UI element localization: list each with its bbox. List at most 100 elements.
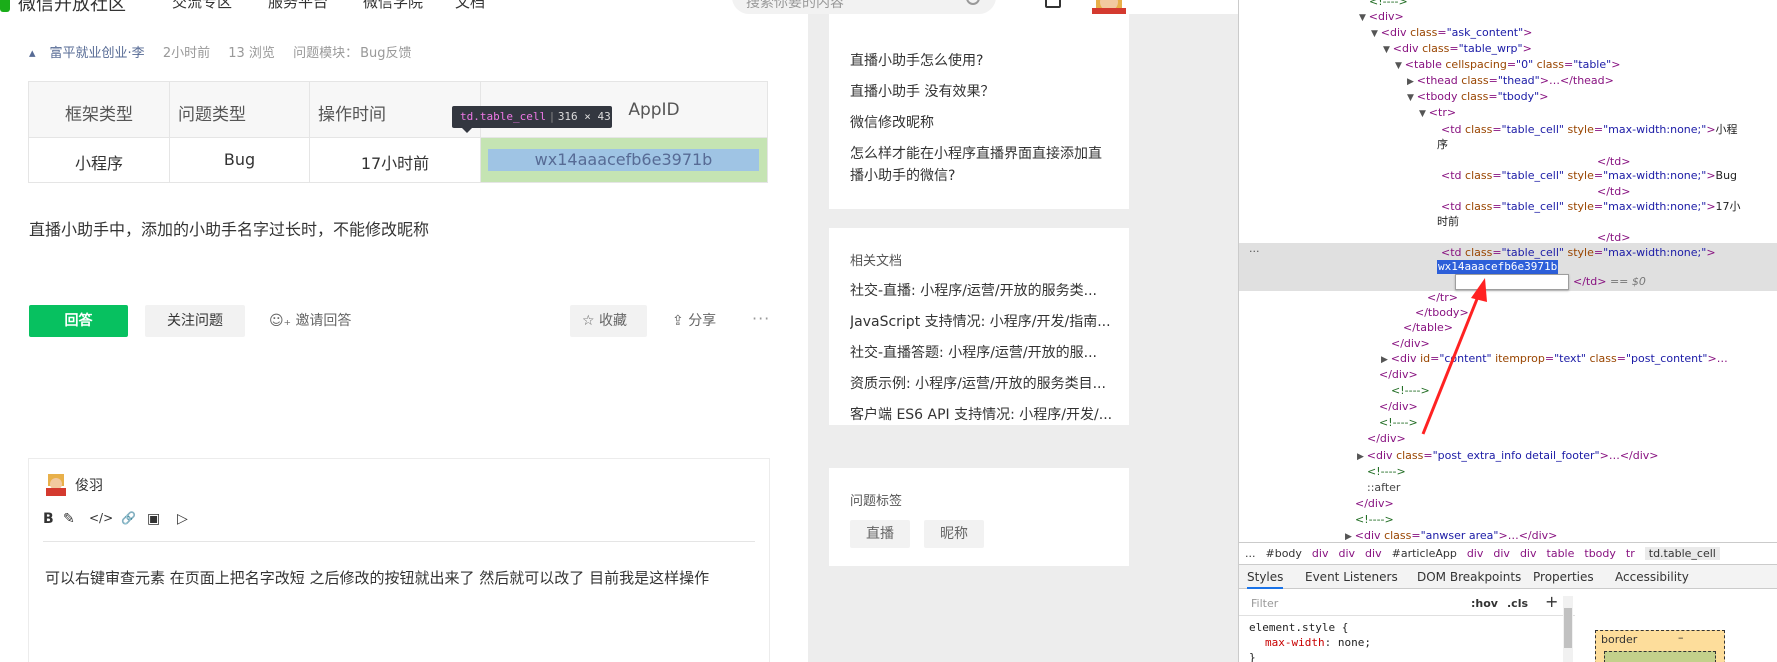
user-avatar[interactable] — [1090, 0, 1128, 14]
tag-live[interactable]: 直播 — [850, 520, 910, 548]
answer-user: 俊羽 — [45, 474, 103, 496]
related-doc-3[interactable]: 社交-直播答题: 小程序/运营/开放的服... — [850, 342, 1112, 362]
link-icon[interactable]: 🔗 — [121, 511, 136, 525]
view-count: 13 浏览 — [228, 46, 275, 61]
logo-icon — [0, 0, 10, 12]
question-meta: ▴ 富平就业创业·李 2小时前 13 浏览 问题模块： Bug反馈 — [29, 42, 426, 61]
add-rule-button[interactable]: + — [1545, 592, 1558, 611]
breadcrumb-item[interactable]: div — [1467, 547, 1484, 560]
cell-appid: wx14aaacefb6e3971b — [488, 149, 759, 171]
nav-item-academy[interactable]: 微信学院 — [363, 0, 423, 12]
related-doc-5[interactable]: 客户端 ES6 API 支持情况: 小程序/开发/... — [850, 404, 1112, 424]
share-icon: ⇪ — [672, 313, 689, 329]
breadcrumb-item[interactable]: div — [1338, 547, 1355, 560]
tooltip-tag: td.table_cell — [460, 110, 547, 123]
breadcrumb-item[interactable]: tr — [1626, 547, 1635, 560]
related-question-4[interactable]: 怎么样才能在小程序直播界面直接添加直播小助手的微信? — [850, 143, 1112, 187]
breadcrumb-item[interactable]: tbody — [1584, 547, 1616, 560]
question-tags-title: 问题标签 — [850, 494, 903, 509]
styles-scrollbar[interactable] — [1563, 596, 1573, 662]
annotation-arrow — [1421, 278, 1487, 435]
nav-item-docs[interactable]: 文档 — [455, 0, 485, 12]
table-header-row: 框架类型 问题类型 操作时间 AppID — [29, 82, 767, 138]
editor-divider — [43, 541, 755, 542]
question-tags-card: 问题标签 直播 昵称 — [829, 468, 1129, 566]
follow-question-button[interactable]: 关注问题 — [145, 305, 245, 337]
question-actions: 回答 关注问题 ☺₊ 邀请回答 ☆ 收藏 ⇪ 分享 ··· — [29, 305, 769, 337]
style-selector: element.style { — [1249, 621, 1349, 634]
pen-icon[interactable]: ✎ — [63, 511, 75, 527]
tab-styles[interactable]: Styles — [1247, 565, 1284, 589]
devtools-panel: <!----> ▼ <div> ▼ <div class="ask_conten… — [1238, 0, 1777, 662]
invite-answer-button[interactable]: ☺₊ 邀请回答 — [269, 305, 351, 337]
answer-user-avatar — [46, 474, 66, 496]
related-question-1[interactable]: 直播小助手怎么使用? — [850, 50, 1112, 72]
breadcrumb-item[interactable]: ... — [1245, 547, 1256, 560]
cell-type: Bug — [170, 138, 310, 182]
scrollbar-thumb[interactable] — [1564, 608, 1572, 648]
related-question-2[interactable]: 直播小助手 没有效果？ — [850, 81, 1112, 103]
tab-event-listeners[interactable]: Event Listeners — [1305, 565, 1398, 589]
header-framework: 框架类型 — [29, 82, 170, 137]
bell-icon[interactable] — [1045, 0, 1061, 8]
inspected-cell-highlight[interactable]: wx14aaacefb6e3971b — [481, 138, 767, 182]
breadcrumb-item-selected[interactable]: td.table_cell — [1644, 547, 1720, 560]
tab-properties[interactable]: Properties — [1533, 565, 1594, 589]
cls-toggle[interactable]: .cls — [1507, 597, 1528, 610]
related-doc-2[interactable]: JavaScript 支持情况: 小程序/开发/指南... — [850, 311, 1112, 331]
inspect-tooltip: td.table_cell | 316 × 43 — [452, 106, 612, 133]
style-declaration[interactable]: max-width: none; — [1249, 635, 1371, 650]
breadcrumb-item[interactable]: #body — [1266, 547, 1302, 560]
breadcrumb-item[interactable]: div — [1520, 547, 1537, 560]
bold-icon[interactable]: B — [43, 511, 54, 527]
tag-nickname[interactable]: 昵称 — [924, 520, 984, 548]
web-page: 微信开放社区 交流专区 服务平台 微信学院 文档 搜索你要的内容 ▴ 富平就业创业… — [0, 0, 1238, 662]
style-rules: element.style { max-width: none; } — [1249, 621, 1371, 662]
box-model-border: border – — [1595, 630, 1725, 662]
search-icon — [966, 0, 980, 5]
breadcrumb-item[interactable]: #articleApp — [1392, 547, 1457, 560]
tooltip-dims: 316 × 43 — [557, 110, 611, 123]
dom-breadcrumbs: ... #body div div div #articleApp div div div tab… — [1239, 542, 1777, 564]
code-icon[interactable]: </> — [89, 511, 113, 525]
nav-item-exchange[interactable]: 交流专区 — [172, 0, 232, 12]
author-link[interactable]: 富平就业创业·李 — [50, 46, 145, 61]
related-doc-4[interactable]: 资质示例: 小程序/运营/开放的服务类目... — [850, 373, 1112, 393]
breadcrumb-item[interactable]: div — [1365, 547, 1382, 560]
dom-tree: <!----> ▼ <div> ▼ <div class="ask_conten… — [1239, 0, 1777, 540]
star-icon: ☆ — [582, 313, 600, 329]
cell-framework: 小程序 — [29, 138, 170, 182]
tab-dom-breakpoints[interactable]: DOM Breakpoints — [1417, 565, 1521, 589]
hov-toggle[interactable]: :hov — [1471, 597, 1498, 610]
post-time: 2小时前 — [162, 46, 211, 61]
answer-textarea[interactable]: 可以右键审查元素 在页面上把名字改短 之后修改的按钮就出来了 然后就可以改了 目… — [45, 564, 755, 592]
header-type: 问题类型 — [170, 82, 310, 137]
share-button[interactable]: ⇪ 分享 — [672, 305, 716, 337]
related-question-3[interactable]: 微信修改昵称 — [850, 112, 1112, 134]
styles-filter-input[interactable]: Filter — [1251, 597, 1278, 610]
question-body: 直播小助手中，添加的小助手名字过长时，不能修改昵称 — [29, 220, 430, 239]
box-model-padding — [1604, 651, 1716, 662]
video-icon[interactable]: ▷ — [177, 511, 188, 527]
related-docs-title: 相关文档 — [850, 254, 903, 269]
site-brand[interactable]: 微信开放社区 — [0, 0, 126, 14]
module-label: 问题模块： — [293, 46, 359, 61]
nav-item-service[interactable]: 服务平台 — [268, 0, 328, 12]
more-button[interactable]: ··· — [752, 305, 770, 337]
question-info-table: 框架类型 问题类型 操作时间 AppID 小程序 Bug 17小时前 wx14a… — [28, 81, 768, 183]
breadcrumb-item[interactable]: div — [1493, 547, 1510, 560]
answer-button[interactable]: 回答 — [29, 305, 128, 337]
box-model-label: border — [1601, 633, 1638, 646]
tab-accessibility[interactable]: Accessibility — [1615, 565, 1689, 589]
breadcrumb-item[interactable]: div — [1312, 547, 1329, 560]
collect-button[interactable]: ☆ 收藏 — [570, 305, 647, 337]
image-icon[interactable]: ▣ — [147, 511, 160, 527]
styles-pane-tabs: Styles Event Listeners DOM Breakpoints P… — [1239, 564, 1777, 589]
person-icon: ▴ — [29, 46, 36, 61]
breadcrumb-item[interactable]: table — [1547, 547, 1575, 560]
tooltip-arrow — [462, 128, 472, 133]
invite-icon: ☺₊ — [269, 313, 296, 329]
search-input[interactable]: 搜索你要的内容 — [732, 0, 996, 14]
cell-time: 17小时前 — [310, 138, 481, 182]
related-doc-1[interactable]: 社交-直播: 小程序/运营/开放的服务类... — [850, 280, 1112, 300]
